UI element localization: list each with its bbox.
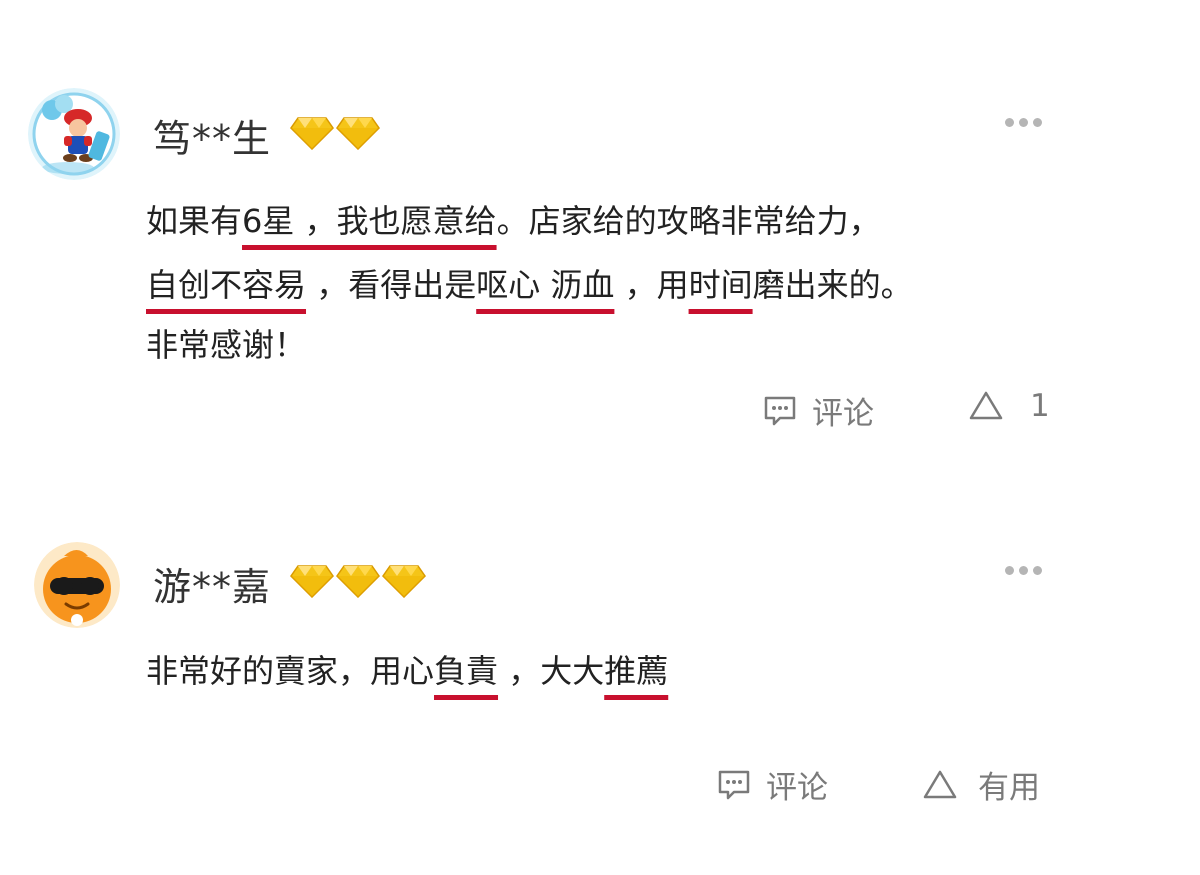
comment-label: 评论: [766, 770, 828, 806]
highlighted-segment: 自创不容易: [146, 266, 307, 304]
highlighted-segment: 推薦: [604, 652, 669, 690]
helpful-label: 有用: [978, 770, 1040, 806]
like-icon: [923, 770, 957, 798]
like-button[interactable]: 1: [968, 388, 1050, 424]
text-segment: 如果有: [146, 202, 243, 240]
comment-button[interactable]: 评论: [762, 388, 874, 433]
comment-icon: [764, 396, 796, 425]
highlighted-segment: 負責: [434, 652, 499, 690]
text-segment: 。店家给的攻略非常给力，: [496, 202, 881, 240]
highlighted-segment: 呕心 沥血: [476, 266, 615, 304]
more-options-icon[interactable]: [1005, 116, 1045, 128]
diamond-icon: [290, 117, 334, 150]
text-segment: ，用: [614, 266, 689, 304]
username[interactable]: 游**嘉: [153, 556, 271, 611]
review-text-line: 非常感谢！: [146, 320, 306, 366]
comment-icon: [718, 770, 750, 799]
text-segment: 非常感谢！: [146, 326, 307, 364]
text-segment: 非常好的賣家，用心: [146, 652, 435, 690]
diamond-icon: [336, 565, 380, 598]
comment-button[interactable]: 评论: [716, 762, 828, 807]
like-icon: [969, 391, 1003, 420]
avatar-sunglasses-icon: [34, 542, 120, 628]
username[interactable]: 笃**生: [153, 108, 271, 163]
diamond-icon: [336, 117, 380, 150]
review-text: 如果有6星 ，我也愿意给。店家给的攻略非常给力， 自创不容易 ，看得出是呕心 沥…: [146, 196, 1106, 366]
review-text: 非常好的賣家，用心負責 ，大大推薦: [146, 646, 1106, 706]
comment-label: 评论: [812, 396, 874, 432]
more-options-icon[interactable]: [1005, 564, 1045, 576]
like-count: 1: [1030, 388, 1050, 424]
helpful-button[interactable]: 有用: [922, 762, 1040, 807]
highlighted-segment: 6星 ，我也愿意给: [242, 202, 497, 240]
review-text-line: 如果有6星 ，我也愿意给。店家给的攻略非常给力，: [146, 196, 881, 242]
rank-badges: [290, 116, 380, 150]
avatar-mario-icon: [28, 88, 120, 180]
text-segment: 磨出来的。: [752, 266, 913, 304]
rank-badges: [290, 564, 426, 598]
text-segment: ，看得出是: [306, 266, 477, 304]
review-text-line: 自创不容易 ，看得出是呕心 沥血 ，用时间磨出来的。: [146, 260, 913, 306]
user-avatar[interactable]: [34, 542, 120, 628]
diamond-icon: [290, 565, 334, 598]
text-segment: ，大大: [498, 652, 605, 690]
diamond-icon: [382, 565, 426, 598]
user-avatar[interactable]: [28, 88, 120, 180]
review-text-line: 非常好的賣家，用心負責 ，大大推薦: [146, 646, 668, 692]
highlighted-segment: 时间: [688, 266, 753, 304]
